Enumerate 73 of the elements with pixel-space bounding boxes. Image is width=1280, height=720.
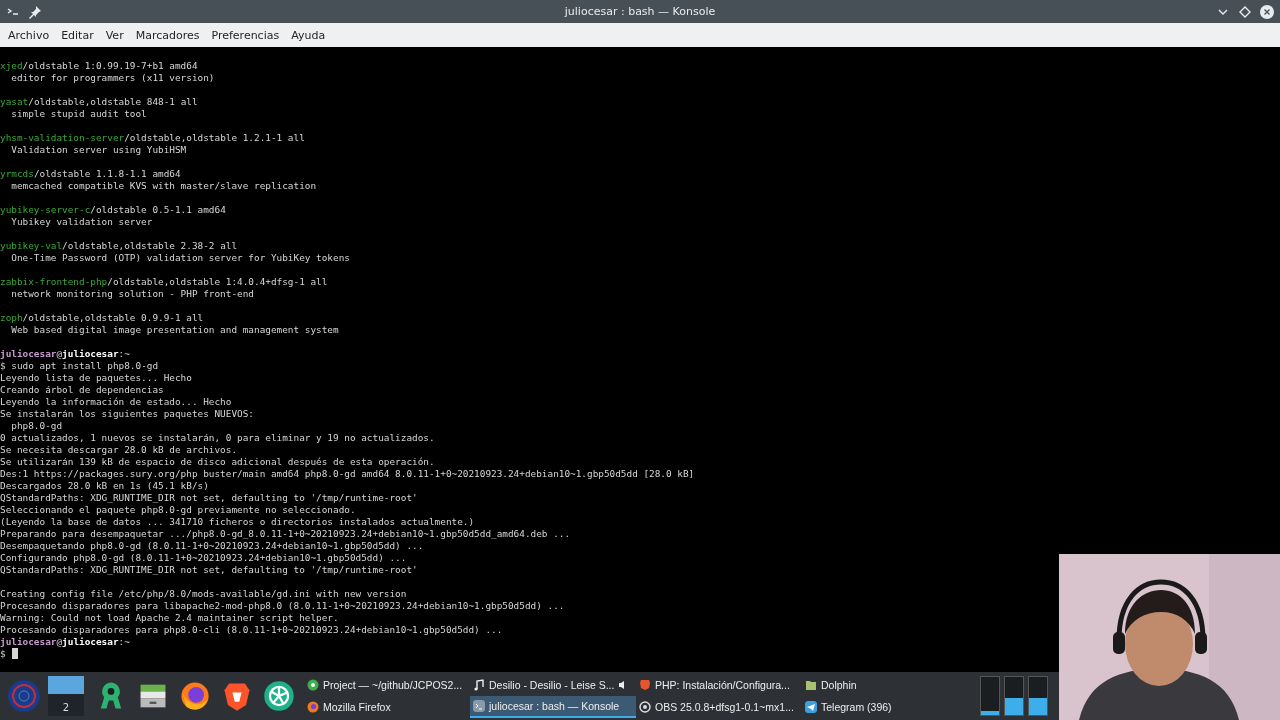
pin-icon[interactable] (28, 4, 42, 19)
paper-plane-icon (805, 701, 817, 713)
terminal-line: yhsm-validation-server/oldstable,oldstable 1.2.1-1 all (0, 132, 306, 144)
terminal-line: Seleccionando el paquete php8.0-gd previamente no seleccionado. (0, 504, 356, 516)
prompt-line: juliocesar@juliocesar:~ (0, 348, 131, 360)
terminal-line: QStandardPaths: XDG_RUNTIME_DIR not set, defaulting to '/tmp/runtime-root' (0, 492, 418, 504)
terminal-line: editor for programmers (x11 version) (10, 72, 215, 84)
task-button[interactable]: OBS 25.0.8+dfsg1-0.1~mx1... (636, 696, 802, 718)
task-button[interactable]: Mozilla Firefox (304, 696, 470, 718)
terminal-line: Creando árbol de dependencias (0, 384, 164, 396)
firefox-icon[interactable] (178, 679, 212, 713)
terminal-line: Leyendo lista de paquetes... Hecho (0, 372, 192, 384)
command-line: $ sudo apt install php8.0-gd (0, 360, 159, 372)
terminal-line: yubikey-val/oldstable,oldstable 2.38-2 all (0, 240, 239, 252)
shield-icon (639, 679, 651, 691)
terminal-line: Descargados 28.0 kB en 1s (45.1 kB/s) (0, 480, 209, 492)
terminal-line: Des:1 https://packages.sury.org/php buster/main amd64 php8.0-gd amd64 8.0.11-1+0~20210923.24+debian10~1.gbp50d5dd [28.0 kB] (0, 468, 695, 480)
terminal-line: Se utilizarán 139 kB de espacio de disco adicional después de esta operación. (0, 456, 435, 468)
terminal-line: Procesando disparadores para php8.0-cli (8.0.11-1+0~20210923.24+debian10~1.gbp50d5dd) ... (0, 624, 503, 636)
terminal-line: Warning: Could not load Apache 2.4 maintainer script helper. (0, 612, 339, 624)
terminal-line: yrmcds/oldstable 1.1.8-1.1 amd64 (0, 168, 182, 180)
terminal-line: One-Time Password (OTP) validation server for YubiKey tokens (10, 252, 350, 264)
terminal-line: Se necesita descargar 28.0 kB de archivos. (0, 444, 238, 456)
terminal-line: zabbix-frontend-php/oldstable,oldstable 1:4.0.4+dfsg-1 all (0, 276, 329, 288)
terminal-line: Procesando disparadores para libapache2-mod-php8.0 (8.0.11-1+0~20210923.24+debian10~1.gbp50d5dd) ... (0, 600, 565, 612)
terminal-line: zoph/oldstable,oldstable 0.9.9-1 all (0, 312, 205, 324)
terminal-line: xjed/oldstable 1:0.99.19-7+b1 amd64 (0, 60, 199, 72)
load-meter (980, 676, 1000, 716)
menu-item[interactable]: Marcadores (129, 28, 206, 42)
terminal-line: Validation server using YubiHSM (10, 144, 187, 156)
task-button[interactable]: Desilio - Desilio - Leise S... (470, 674, 636, 696)
terminal-line: yasat/oldstable,oldstable 848-1 all (0, 96, 199, 108)
circle-icon (307, 679, 319, 691)
load-meter (1004, 676, 1024, 716)
menu-item[interactable]: Archivo (2, 28, 56, 42)
terminal-line: Leyendo la información de estado... Hecho (0, 396, 232, 408)
menu-item[interactable]: Editar (55, 28, 100, 42)
terminal-line: Preparando para desempaquetar .../php8.0-gd_8.0.11-1+0~20210923.24+debian10~1.gbp50d5dd_amd64.deb ... (0, 528, 571, 540)
window-title: juliocesar : bash — Konsole (564, 5, 716, 18)
task-button[interactable]: Project — ~/github/JCPOS2... (304, 674, 470, 696)
terminal-line: Desempaquetando php8.0-gd (8.0.11-1+0~20210923.24+debian10~1.gbp50d5dd) ... (0, 540, 424, 552)
task-button[interactable]: Telegram (396) (802, 696, 968, 718)
task-button[interactable]: Dolphin (802, 674, 968, 696)
task-button[interactable]: juliocesar : bash — Konsole (470, 696, 636, 718)
prompt-line: juliocesar@juliocesar:~ (0, 636, 131, 648)
desktop-pager[interactable]: 2 (48, 676, 84, 716)
menu-item[interactable]: Preferencias (205, 28, 286, 42)
diamond-icon[interactable] (1238, 4, 1252, 19)
record-icon (639, 701, 651, 713)
terminal-line: Web based digital image presentation and management system (10, 324, 339, 336)
menu-item[interactable]: Ver (99, 28, 130, 42)
music-note-icon (473, 679, 485, 691)
load-meter (1028, 676, 1048, 716)
firefox-icon (307, 701, 319, 713)
command-line: $ (0, 648, 7, 660)
folder-icon (805, 679, 817, 691)
terminal-line: (Leyendo la base de datos ... 341710 ficheros o directorios instalados actualmente.) (0, 516, 475, 528)
terminal-line: memcached compatible KVS with master/slave replication (10, 180, 317, 192)
terminal-line: Yubikey validation server (10, 216, 153, 228)
terminal-line: network monitoring solution - PHP front-end (10, 288, 254, 300)
aperture-icon[interactable] (262, 679, 296, 713)
terminal-line: Configurando php8.0-gd (8.0.11-1+0~20210923.24+debian10~1.gbp50d5dd) ... (0, 552, 407, 564)
terminal-line: yubikey-server-c/oldstable 0.5-1.1 amd64 (0, 204, 227, 216)
terminal-line: QStandardPaths: XDG_RUNTIME_DIR not set, defaulting to '/tmp/runtime-root' (0, 564, 418, 576)
close-icon[interactable] (1260, 4, 1274, 19)
task-button[interactable]: PHP: Instalación/Configura... (636, 674, 802, 696)
terminal-line: Creating config file /etc/php/8.0/mods-available/gd.ini with new version (0, 588, 407, 600)
terminal-line: php8.0-gd (10, 420, 63, 432)
terminal-icon (473, 700, 485, 712)
terminal-line: Se instalarán los siguientes paquetes NUEVOS: (0, 408, 254, 420)
terminal-line: 0 actualizados, 1 nuevos se instalarán, 0 para eliminar y 19 no actualizados. (0, 432, 435, 444)
terminal-line: simple stupid audit tool (10, 108, 147, 120)
menu-item[interactable]: Ayuda (285, 28, 332, 42)
